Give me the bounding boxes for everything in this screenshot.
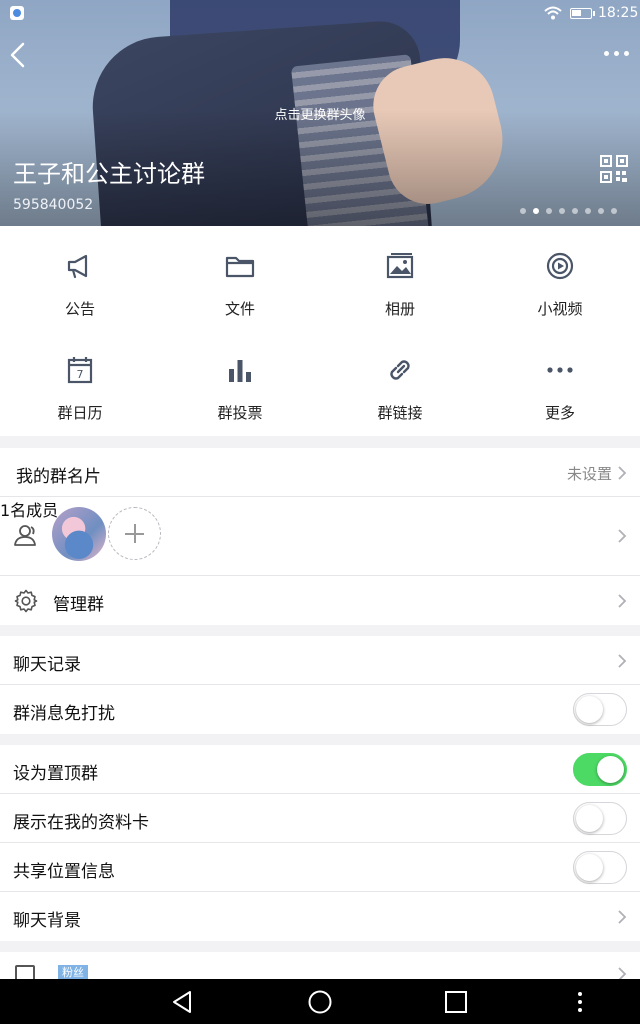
fans-section: 粉丝	[0, 952, 640, 979]
fans-badge: 粉丝	[58, 965, 88, 979]
grid-item-label: 小视频	[537, 300, 583, 318]
grid-item-short-video[interactable]: 小视频	[480, 226, 640, 330]
nav-home-icon[interactable]	[307, 989, 333, 1015]
members-row[interactable]: 1名成员	[0, 497, 640, 576]
mute-row: 群消息免打扰	[0, 685, 640, 734]
folder-icon	[225, 256, 255, 278]
page-dot	[520, 208, 526, 214]
grid-item-link[interactable]: 群链接	[320, 330, 480, 434]
grid-item-label: 群链接	[377, 404, 423, 422]
nav-menu-icon[interactable]	[567, 989, 593, 1015]
more-dots-icon	[547, 367, 573, 373]
show-in-profile-row: 展示在我的资料卡	[0, 794, 640, 843]
group-name: 王子和公主讨论群	[13, 160, 205, 188]
grid-item-announcement[interactable]: 公告	[0, 226, 160, 330]
chat-history-row[interactable]: 聊天记录	[0, 636, 640, 685]
add-member-button[interactable]	[108, 507, 161, 560]
avatar[interactable]	[52, 507, 106, 561]
manage-group-row[interactable]: 管理群	[0, 576, 640, 625]
grid-item-vote[interactable]: 群投票	[160, 330, 320, 434]
grid-item-more[interactable]: 更多	[480, 330, 640, 434]
pin-toggle[interactable]	[573, 753, 627, 786]
grid-item-label: 群日历	[57, 404, 103, 422]
page-dot	[598, 208, 604, 214]
nav-back-icon[interactable]	[170, 989, 196, 1015]
cover-page-indicator	[520, 208, 617, 216]
member-count: 1名成员	[0, 501, 59, 520]
page-dot	[559, 208, 565, 214]
chevron-right-icon	[618, 466, 627, 480]
chevron-right-icon	[618, 910, 627, 924]
status-bar: 18:25	[0, 0, 640, 28]
group-settings-screen: 18:25 点击更换群头像 王子和公主讨论群 595840052 公告 文件 相…	[0, 0, 640, 1024]
battery-icon	[570, 8, 595, 19]
group-info-section: 我的群名片 未设置 1名成员 管理群	[0, 448, 640, 625]
megaphone-icon	[67, 254, 88, 279]
grid-item-label: 文件	[224, 300, 255, 318]
calendar-icon: 7	[67, 357, 93, 384]
group-cover-photo[interactable]: 18:25 点击更换群头像 王子和公主讨论群 595840052	[0, 0, 640, 226]
wifi-icon	[544, 6, 562, 20]
pin-label: 设为置顶群	[13, 764, 98, 784]
preferences-section: 设为置顶群 展示在我的资料卡 共享位置信息 聊天背景	[0, 745, 640, 941]
members-icon	[14, 525, 36, 546]
show-in-profile-label: 展示在我的资料卡	[13, 813, 149, 833]
grid-item-label: 更多	[544, 404, 575, 422]
chevron-right-icon	[618, 654, 627, 668]
my-group-card-label: 我的群名片	[16, 467, 101, 487]
more-options-icon[interactable]	[602, 46, 632, 62]
my-group-card-value: 未设置	[566, 465, 612, 483]
navigation-bar	[0, 979, 640, 1024]
mute-label: 群消息免打扰	[13, 704, 115, 724]
qq-app-icon	[10, 6, 24, 20]
share-location-label: 共享位置信息	[13, 862, 115, 882]
video-icon	[546, 252, 574, 280]
link-icon	[390, 360, 410, 380]
chevron-right-icon	[618, 967, 627, 979]
chat-section: 聊天记录 群消息免打扰	[0, 636, 640, 734]
page-dot	[611, 208, 617, 214]
manage-group-label: 管理群	[53, 595, 104, 615]
grid-item-files[interactable]: 文件	[160, 226, 320, 330]
page-dot	[533, 208, 539, 214]
my-group-card-row[interactable]: 我的群名片 未设置	[0, 448, 640, 497]
share-location-row: 共享位置信息	[0, 843, 640, 892]
group-id: 595840052	[13, 197, 94, 213]
nav-recents-icon[interactable]	[443, 989, 469, 1015]
grid-item-album[interactable]: 相册	[320, 226, 480, 330]
grid-item-label: 群投票	[217, 404, 263, 422]
qr-code-icon[interactable]	[600, 155, 628, 183]
page-dot	[546, 208, 552, 214]
pin-row: 设为置顶群	[0, 745, 640, 794]
grid-item-calendar[interactable]: 7 群日历	[0, 330, 160, 434]
chat-background-row[interactable]: 聊天背景	[0, 892, 640, 941]
chat-background-label: 聊天背景	[13, 911, 81, 931]
chevron-right-icon	[618, 529, 627, 543]
bar-chart-icon	[229, 360, 251, 382]
fans-row[interactable]: 粉丝	[0, 952, 640, 979]
contact-card-icon	[15, 965, 35, 979]
change-avatar-hint[interactable]: 点击更换群头像	[0, 104, 640, 123]
page-dot	[572, 208, 578, 214]
mute-toggle[interactable]	[573, 693, 627, 726]
show-in-profile-toggle[interactable]	[573, 802, 627, 835]
clock: 18:25	[598, 5, 639, 21]
share-location-toggle[interactable]	[573, 851, 627, 884]
feature-grid: 公告 文件 相册 小视频 7 群日历 群投票 群链接 更多	[0, 226, 640, 436]
gear-icon	[14, 589, 38, 613]
grid-item-label: 相册	[384, 300, 415, 318]
svg-text:7: 7	[77, 368, 84, 381]
chat-history-label: 聊天记录	[13, 655, 81, 675]
chevron-right-icon	[618, 594, 627, 608]
back-icon[interactable]	[6, 40, 30, 70]
page-dot	[585, 208, 591, 214]
grid-item-label: 公告	[64, 300, 95, 318]
photo-album-icon	[386, 253, 414, 279]
